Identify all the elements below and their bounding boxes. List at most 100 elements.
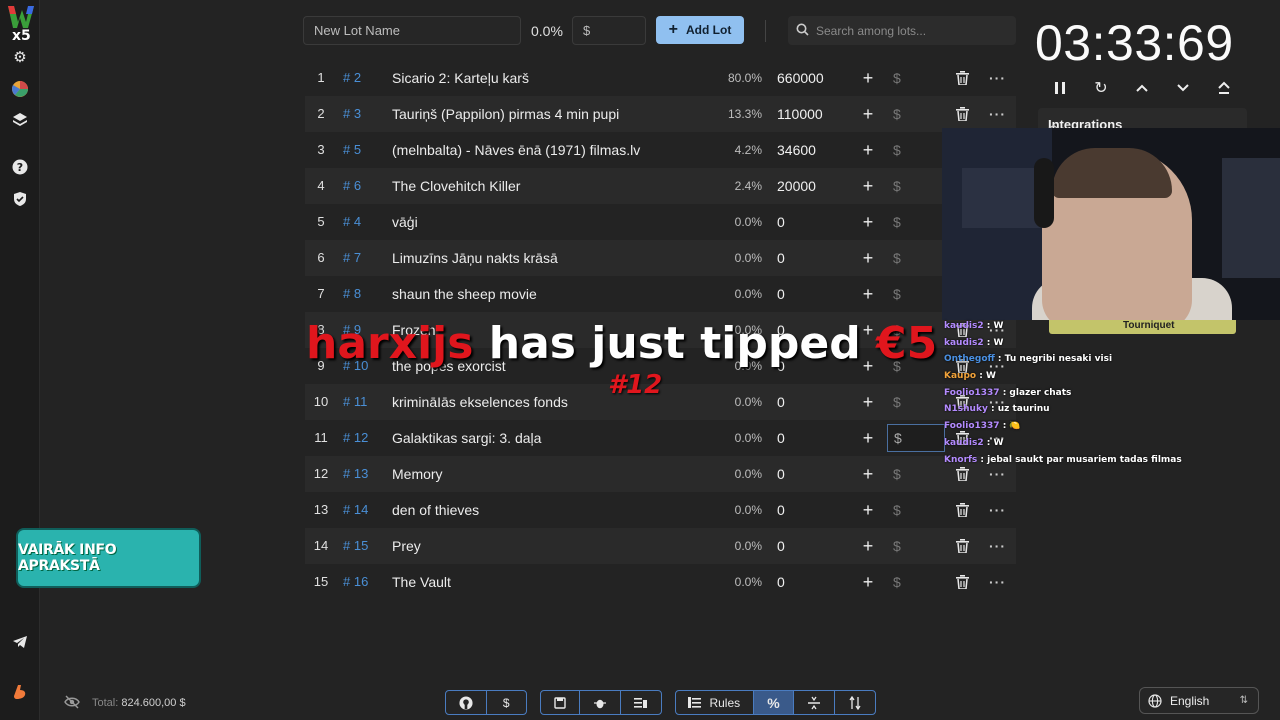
lot-id-link[interactable]: # 6 [343,168,361,204]
lot-name[interactable]: The Clovehitch Killer [392,168,520,204]
more-options-icon[interactable]: ··· [989,564,1006,600]
language-select[interactable]: English ⇅ [1139,687,1259,714]
lot-dollar-icon[interactable]: $ [893,456,901,492]
chevron-down-icon[interactable] [1173,78,1193,98]
lot-id-link[interactable]: # 4 [343,204,361,240]
lot-name[interactable]: Prey [392,528,421,564]
lot-name[interactable]: Tauriņš (Pappilon) pirmas 4 min pupi [392,96,619,132]
more-options-icon[interactable]: ··· [989,96,1006,132]
lot-amount[interactable]: 0 [777,564,785,600]
app-logo[interactable]: x5 [6,4,36,44]
lot-name[interactable]: den of thieves [392,492,479,528]
lot-amount[interactable]: 0 [777,276,785,312]
percent-toggle-button[interactable]: % [753,691,795,714]
lot-row[interactable]: 13 # 14 den of thieves 0.0% 0 + $ ··· [305,492,1016,528]
add-amount-plus-icon[interactable]: + [861,528,875,564]
lot-dollar-icon[interactable]: $ [893,204,901,240]
reset-icon[interactable]: ↻ [1091,78,1111,98]
add-amount-plus-icon[interactable]: + [861,456,875,492]
add-amount-plus-icon[interactable]: + [861,96,875,132]
lot-amount[interactable]: 660000 [777,60,824,96]
github-button[interactable] [446,691,487,714]
add-amount-plus-icon[interactable]: + [861,168,875,204]
hide-eye-icon[interactable] [64,695,80,713]
lot-id-link[interactable]: # 3 [343,96,361,132]
clear-lots-button[interactable] [621,691,661,714]
lot-dollar-icon[interactable]: $ [893,276,901,312]
lot-row[interactable]: 12 # 13 Memory 0.0% 0 + $ ··· [305,456,1016,492]
lot-name[interactable]: Limuzīns Jāņu nakts krāsā [392,240,558,276]
lot-row[interactable]: 14 # 15 Prey 0.0% 0 + $ ··· [305,528,1016,564]
lot-dollar-icon[interactable]: $ [893,96,901,132]
lot-name[interactable]: The Vault [392,564,451,600]
lot-name[interactable]: vāģi [392,204,418,240]
add-lot-button[interactable]: + Add Lot [656,16,744,44]
telegram-icon[interactable] [10,632,30,652]
lot-amount[interactable]: 0 [777,456,785,492]
lot-amount[interactable]: 110000 [777,96,823,132]
lot-id-link[interactable]: # 14 [343,492,368,528]
lot-amount-input[interactable]: $ [572,16,646,45]
chevron-up-icon[interactable] [1132,78,1152,98]
lot-amount[interactable]: 20000 [777,168,816,204]
lot-amount[interactable]: 34600 [777,132,816,168]
lot-name[interactable]: shaun the sheep movie [392,276,537,312]
lot-id-link[interactable]: # 7 [343,240,361,276]
double-up-icon[interactable] [1214,78,1234,98]
lot-dollar-icon[interactable]: $ [893,240,901,276]
lot-id-link[interactable]: # 12 [343,420,368,456]
add-amount-plus-icon[interactable]: + [861,492,875,528]
lot-name[interactable]: Memory [392,456,443,492]
lot-row[interactable]: 7 # 8 shaun the sheep movie 0.0% 0 + $ ·… [305,276,1016,312]
settings-gear-icon[interactable]: ⚙ [10,47,30,67]
add-amount-plus-icon[interactable]: + [861,420,875,456]
lot-amount[interactable]: 0 [777,240,785,276]
lot-row[interactable]: 15 # 16 The Vault 0.0% 0 + $ ··· [305,564,1016,600]
lot-row[interactable]: 11 # 12 Galaktikas sargi: 3. daļa 0.0% 0… [305,420,1016,456]
lot-dollar-icon[interactable]: $ [893,528,901,564]
add-amount-plus-icon[interactable]: + [861,60,875,96]
lot-name[interactable]: Sicario 2: Karteļu karš [392,60,529,96]
lot-row[interactable]: 1 # 2 Sicario 2: Karteļu karš 80.0% 6600… [305,60,1016,96]
lot-id-link[interactable]: # 8 [343,276,361,312]
lot-id-link[interactable]: # 13 [343,456,368,492]
lot-row[interactable]: 2 # 3 Tauriņš (Pappilon) pirmas 4 min pu… [305,96,1016,132]
lot-dollar-icon[interactable]: $ [893,492,901,528]
lot-id-link[interactable]: # 2 [343,60,361,96]
lot-dollar-icon[interactable]: $ [893,564,901,600]
rules-button[interactable]: Rules [676,691,754,714]
lot-row[interactable]: 6 # 7 Limuzīns Jāņu nakts krāsā 0.0% 0 +… [305,240,1016,276]
lot-amount[interactable]: 0 [777,204,785,240]
lot-name[interactable]: Galaktikas sargi: 3. daļa [392,420,541,456]
lot-name[interactable]: krimināIās ekselences fonds [392,384,568,420]
pause-icon[interactable] [1050,78,1070,98]
layers-icon[interactable] [10,110,30,130]
delete-trash-icon[interactable] [956,528,972,564]
help-icon[interactable]: ? [10,157,30,177]
bug-report-button[interactable] [580,691,621,714]
more-options-icon[interactable]: ··· [989,492,1006,528]
lot-dollar-icon[interactable]: $ [893,168,901,204]
donate-dollar-button[interactable]: $ [487,691,527,714]
add-amount-plus-icon[interactable]: + [861,240,875,276]
lot-amount-input[interactable]: $ [887,424,945,452]
compact-view-button[interactable] [794,691,836,714]
sort-button[interactable] [835,691,875,714]
add-amount-plus-icon[interactable]: + [861,384,875,420]
lot-search-input[interactable]: Search among lots... [788,16,1016,45]
lot-row[interactable]: 4 # 6 The Clovehitch Killer 2.4% 20000 +… [305,168,1016,204]
lot-dollar-icon[interactable]: $ [893,132,901,168]
delete-trash-icon[interactable] [956,96,972,132]
lot-id-link[interactable]: # 15 [343,528,368,564]
lot-dollar-icon[interactable]: $ [893,60,901,96]
add-amount-plus-icon[interactable]: + [861,204,875,240]
lot-name[interactable]: (melnbalta) - Nāves ēnā (1971) filmas.lv [392,132,640,168]
wheel-chart-icon[interactable] [10,79,30,99]
lot-amount[interactable]: 0 [777,528,785,564]
add-amount-plus-icon[interactable]: + [861,276,875,312]
lot-amount[interactable]: 0 [777,420,785,456]
delete-trash-icon[interactable] [956,60,972,96]
lot-row[interactable]: 3 # 5 (melnbalta) - Nāves ēnā (1971) fil… [305,132,1016,168]
lot-name-input[interactable]: New Lot Name [303,16,521,45]
boosty-icon[interactable] [10,682,30,702]
